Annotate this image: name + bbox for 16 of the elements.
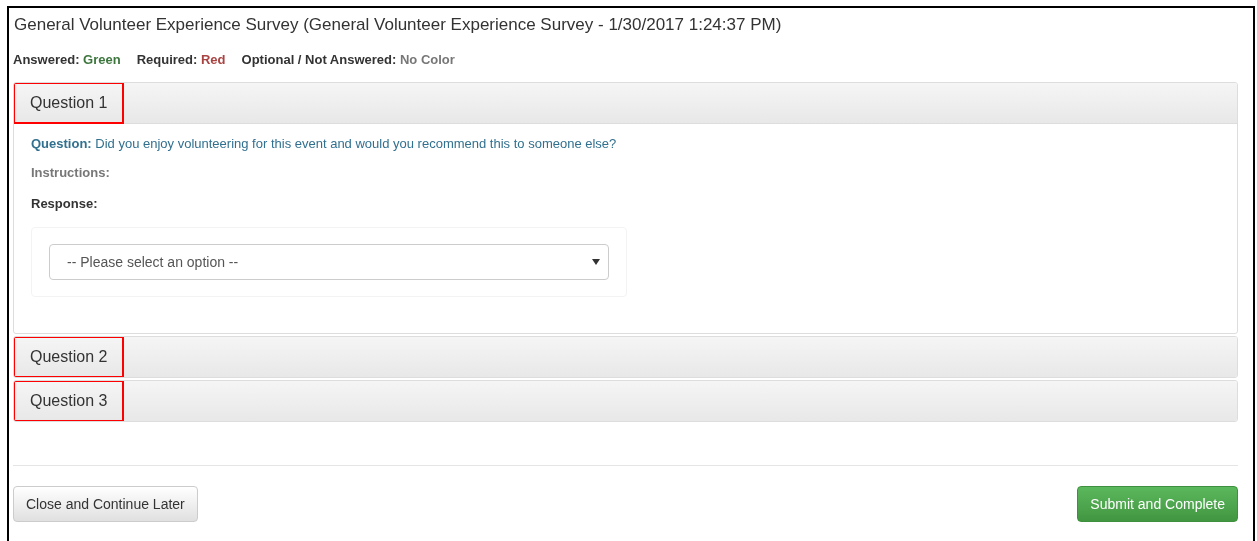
- panel-header[interactable]: Question 1: [14, 83, 1237, 124]
- question-text: Question: Did you enjoy volunteering for this event and would you recommend this to someone else?: [31, 136, 618, 151]
- legend-item: Answered: Green: [13, 52, 121, 67]
- panel-title: Question 3: [14, 381, 125, 421]
- caret-icon: [592, 259, 600, 265]
- panel-title: Question 2: [14, 337, 125, 377]
- legend-item: Required: Red: [136, 52, 226, 67]
- response-label: Response:: [31, 196, 99, 211]
- panel-header[interactable]: Question 2: [14, 337, 1237, 377]
- close-button[interactable]: Close and Continue Later: [13, 486, 198, 522]
- instructions-label: Instructions:: [31, 165, 111, 180]
- response-select[interactable]: -- Please select an option --: [49, 244, 609, 280]
- panel-header[interactable]: Question 3: [14, 381, 1237, 421]
- survey-title: General Volunteer Experience Survey (General Volunteer Experience Survey - 1/30/2017 1:24:37 PM): [14, 14, 783, 36]
- legend-item: Optional / Not Answered: No Color: [241, 52, 455, 67]
- panel-title: Question 1: [14, 83, 125, 124]
